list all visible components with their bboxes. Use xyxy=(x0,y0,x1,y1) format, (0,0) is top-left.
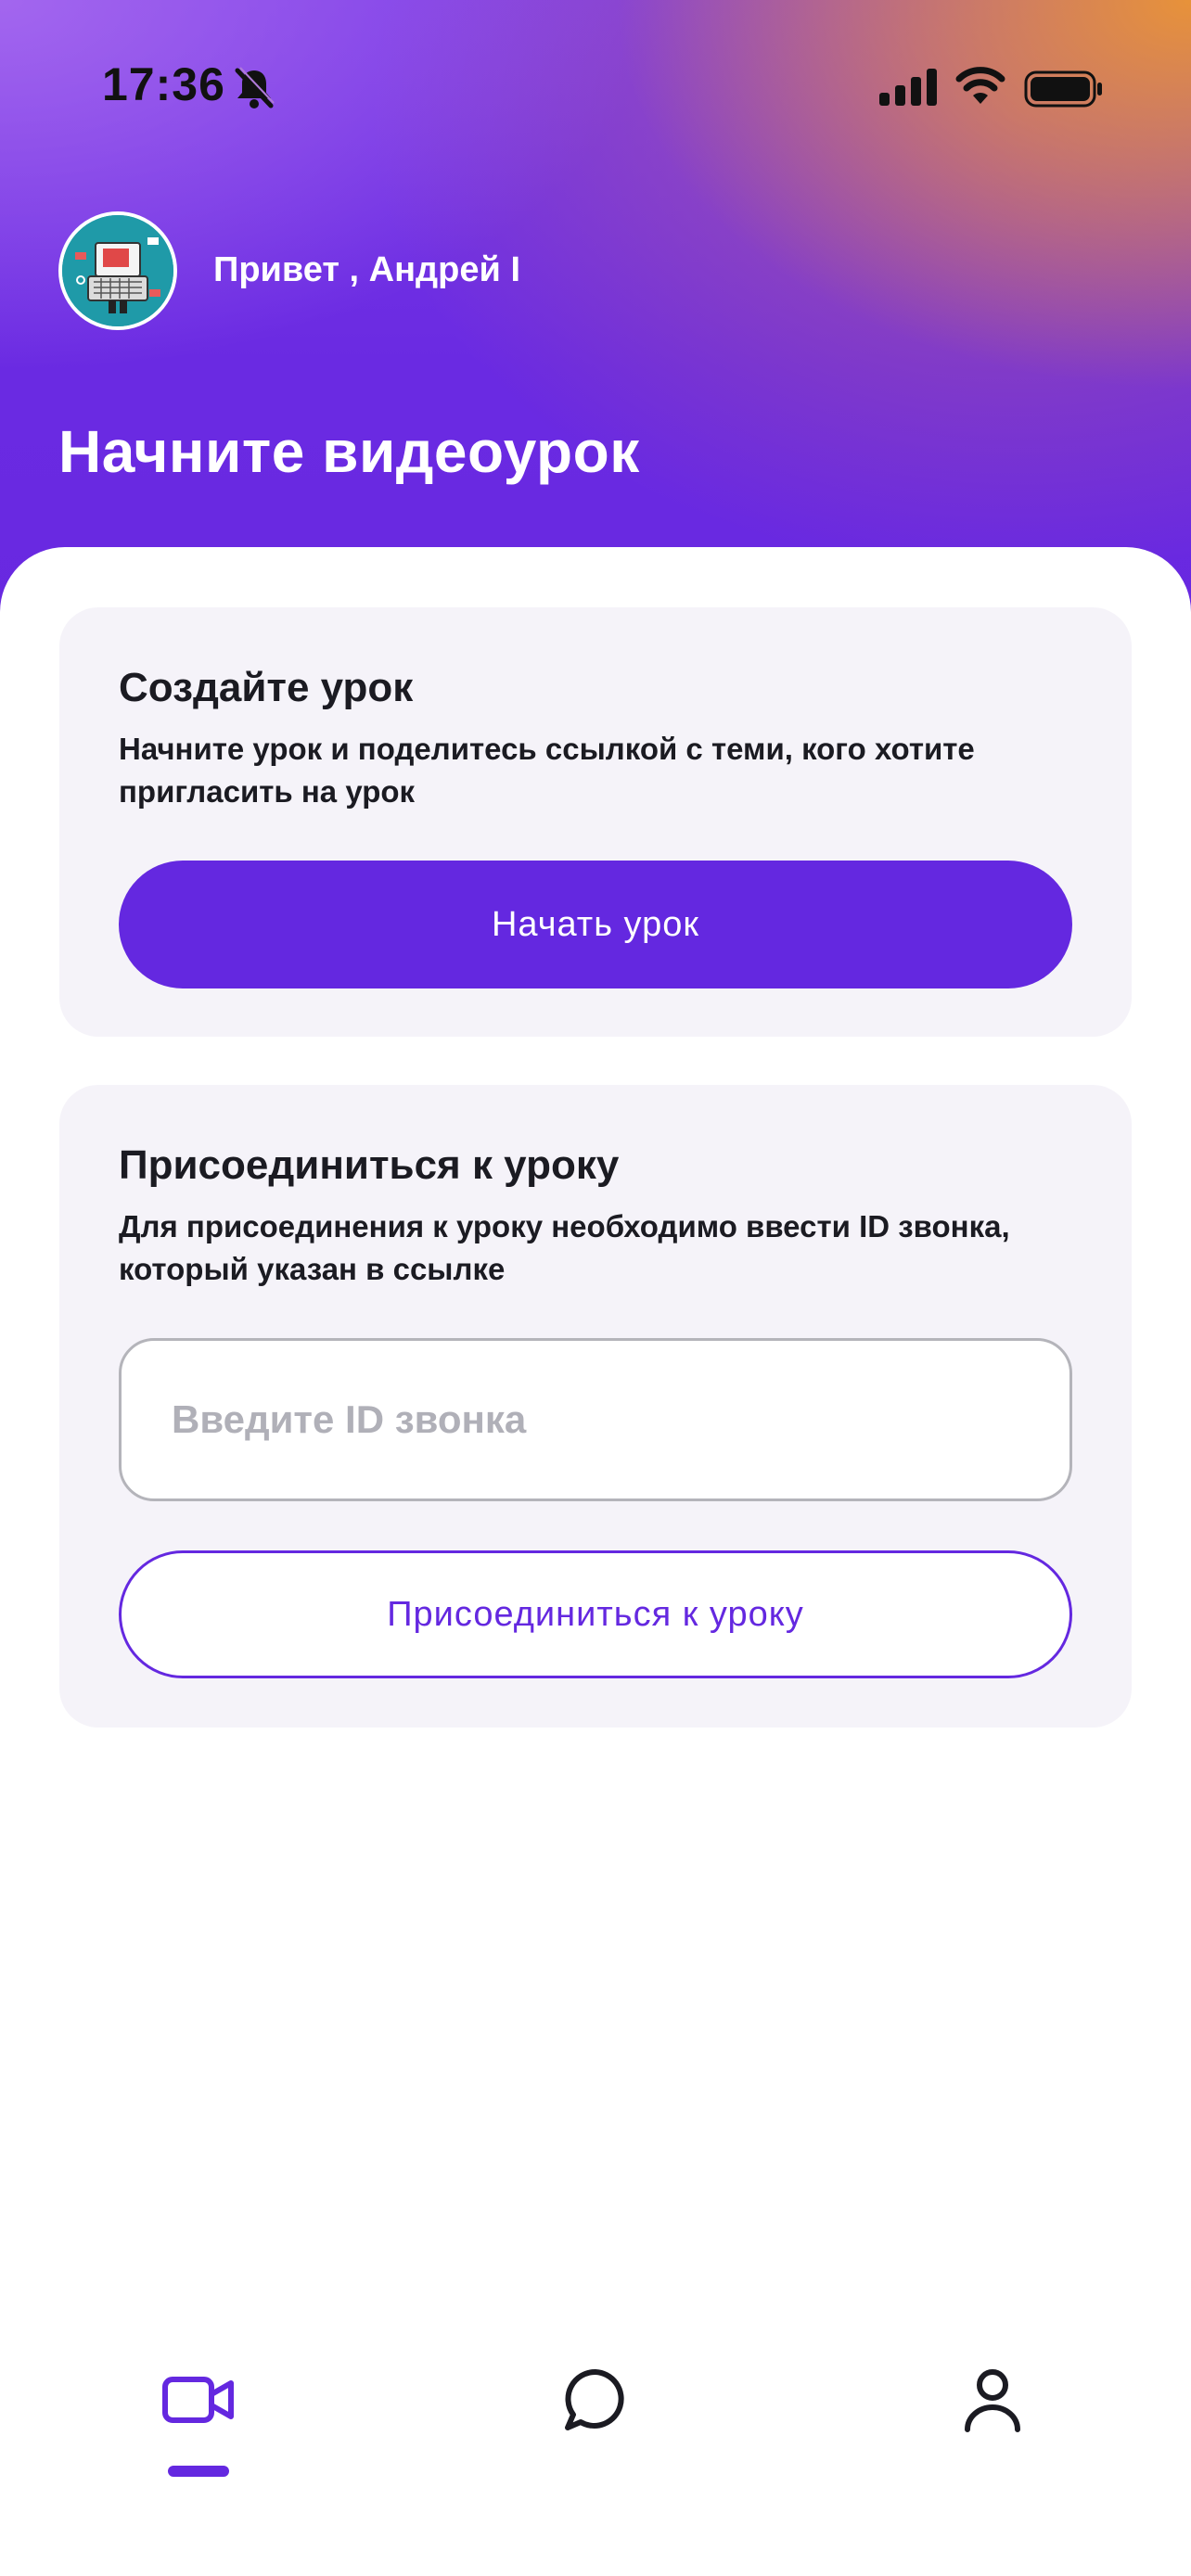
laptop-illustration-icon xyxy=(62,215,173,326)
signal-icon xyxy=(879,69,937,106)
start-lesson-button[interactable]: Начать урок xyxy=(119,861,1072,988)
avatar[interactable] xyxy=(58,211,177,330)
battery-icon xyxy=(1024,70,1102,108)
join-lesson-title: Присоединиться к уроку xyxy=(119,1142,620,1188)
join-lesson-card: Присоединиться к уроку Для присоединения… xyxy=(59,1085,1132,1728)
bell-slash-icon xyxy=(235,67,275,108)
tab-profile[interactable] xyxy=(928,2335,1057,2465)
create-lesson-description: Начните урок и поделитесь ссылкой с теми… xyxy=(119,732,975,809)
call-id-input[interactable]: Введите ID звонка xyxy=(119,1338,1072,1501)
user-icon xyxy=(965,2369,1020,2432)
create-lesson-card: Создайте урок Начните урок и поделитесь … xyxy=(59,607,1132,1037)
chat-bubble-icon xyxy=(565,2368,624,2430)
status-bar: 17:36 xyxy=(0,0,1191,176)
tab-bar xyxy=(0,2318,1191,2576)
wifi-icon xyxy=(955,67,1005,104)
greeting-text: Привет , Андрей I xyxy=(213,250,520,289)
video-camera-icon xyxy=(162,2377,234,2423)
tab-video[interactable] xyxy=(134,2335,263,2465)
tab-chat[interactable] xyxy=(531,2335,660,2465)
status-time: 17:36 xyxy=(102,58,225,110)
page-title: Начните видеоурок xyxy=(58,418,640,485)
create-lesson-title: Создайте урок xyxy=(119,665,414,710)
join-lesson-button[interactable]: Присоединиться к уроку xyxy=(119,1550,1072,1678)
join-lesson-description: Для присоединения к уроку необходимо вве… xyxy=(119,1209,1010,1286)
active-tab-indicator xyxy=(168,2466,229,2477)
